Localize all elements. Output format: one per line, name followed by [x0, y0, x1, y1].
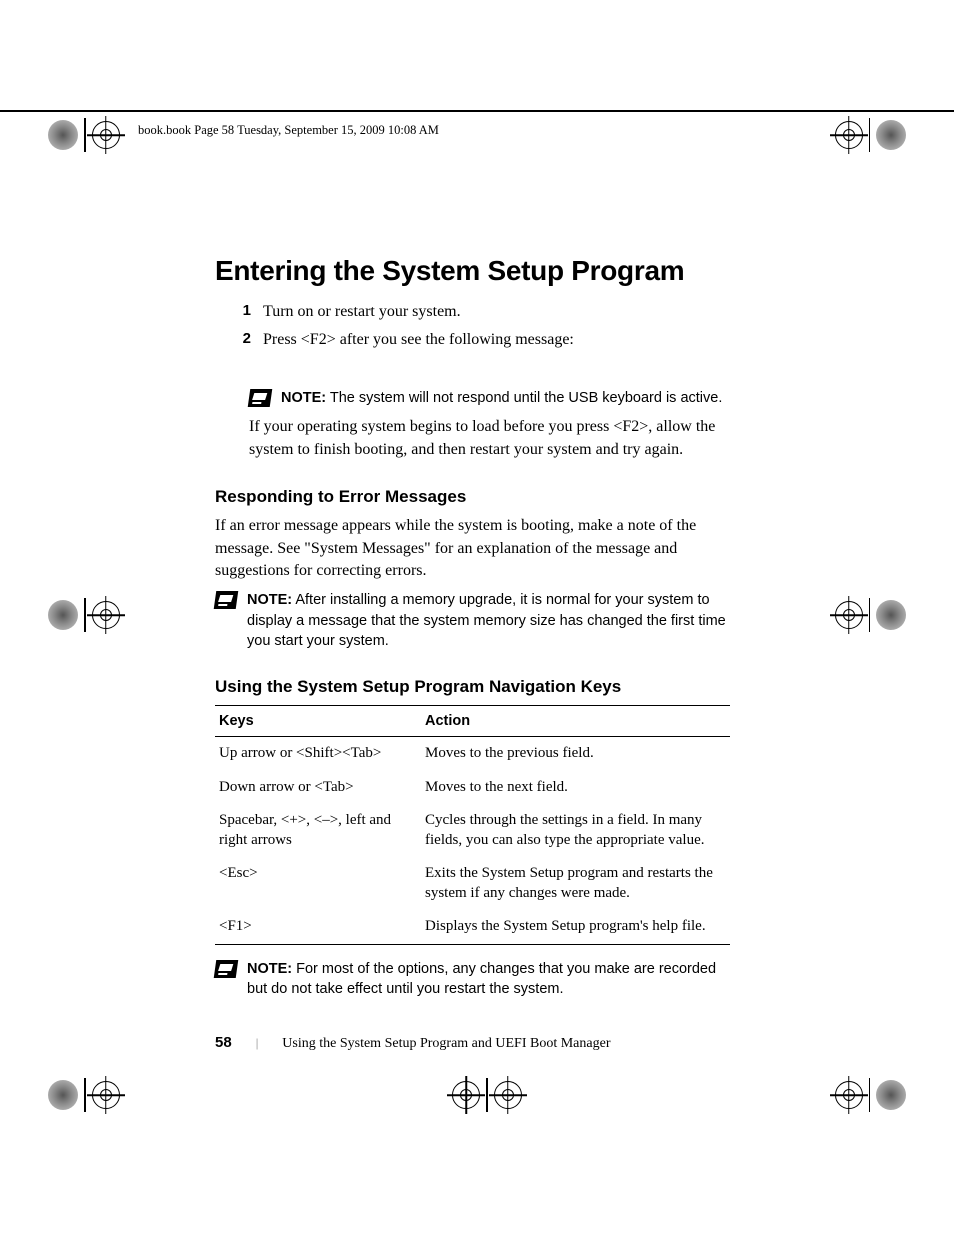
- cell-action: Exits the System Setup program and resta…: [421, 857, 730, 910]
- step-number: 1: [215, 301, 263, 323]
- note-text: NOTE: For most of the options, any chang…: [247, 959, 730, 1000]
- reg-mark-top-left: [48, 118, 120, 152]
- reg-mark-bot-center: [452, 1078, 522, 1112]
- step-text: Press <F2> after you see the following m…: [263, 329, 574, 351]
- footer-title: Using the System Setup Program and UEFI …: [282, 1036, 610, 1052]
- table-row: <F1> Displays the System Setup program's…: [215, 910, 730, 944]
- cell-action: Displays the System Setup program's help…: [421, 910, 730, 944]
- step-2: 2 Press <F2> after you see the following…: [215, 329, 730, 351]
- cell-keys: Spacebar, <+>, <–>, left and right arrow…: [215, 804, 421, 857]
- note-icon: [248, 389, 273, 407]
- footer-separator: |: [256, 1035, 259, 1051]
- note-2: NOTE: After installing a memory upgrade,…: [215, 590, 730, 651]
- reg-mark-mid-left: [48, 598, 120, 632]
- followup-text: If your operating system begins to load …: [249, 416, 730, 461]
- subheading-error: Responding to Error Messages: [215, 487, 730, 507]
- table-row: Spacebar, <+>, <–>, left and right arrow…: [215, 804, 730, 857]
- th-keys: Keys: [215, 706, 421, 737]
- cell-keys: Up arrow or <Shift><Tab>: [215, 737, 421, 771]
- header-rule: [0, 110, 954, 112]
- page-number: 58: [215, 1034, 232, 1051]
- note-text: NOTE: After installing a memory upgrade,…: [247, 590, 730, 651]
- note-body: After installing a memory upgrade, it is…: [247, 592, 726, 649]
- step-1: 1 Turn on or restart your system.: [215, 301, 730, 323]
- step-text: Turn on or restart your system.: [263, 301, 461, 323]
- page-title: Entering the System Setup Program: [215, 255, 730, 287]
- nav-keys-table: Keys Action Up arrow or <Shift><Tab> Mov…: [215, 705, 730, 945]
- note-icon: [214, 960, 239, 978]
- cell-keys: <Esc>: [215, 857, 421, 910]
- note-label: NOTE:: [247, 961, 292, 977]
- note-1: NOTE: The system will not respond until …: [249, 388, 730, 408]
- note-icon: [214, 591, 239, 609]
- note-text: NOTE: The system will not respond until …: [281, 388, 722, 408]
- reg-mark-bot-left: [48, 1078, 120, 1112]
- table-row: Down arrow or <Tab> Moves to the next fi…: [215, 771, 730, 805]
- cell-action: Cycles through the settings in a field. …: [421, 804, 730, 857]
- running-header: book.book Page 58 Tuesday, September 15,…: [138, 123, 439, 138]
- note-body: For most of the options, any changes tha…: [247, 961, 716, 997]
- cell-action: Moves to the previous field.: [421, 737, 730, 771]
- note-body: The system will not respond until the US…: [326, 390, 722, 406]
- step-number: 2: [215, 329, 263, 351]
- page-content: Entering the System Setup Program 1 Turn…: [215, 255, 730, 999]
- note-3: NOTE: For most of the options, any chang…: [215, 959, 730, 1000]
- th-action: Action: [421, 706, 730, 737]
- reg-mark-top-right: [835, 118, 907, 152]
- reg-mark-bot-right: [835, 1078, 907, 1112]
- subheading-nav: Using the System Setup Program Navigatio…: [215, 677, 730, 697]
- note-label: NOTE:: [247, 592, 292, 608]
- reg-mark-mid-right: [835, 598, 907, 632]
- table-row: <Esc> Exits the System Setup program and…: [215, 857, 730, 910]
- body-paragraph: If an error message appears while the sy…: [215, 515, 730, 582]
- table-row: Up arrow or <Shift><Tab> Moves to the pr…: [215, 737, 730, 771]
- note-label: NOTE:: [281, 390, 326, 406]
- cell-keys: Down arrow or <Tab>: [215, 771, 421, 805]
- cell-keys: <F1>: [215, 910, 421, 944]
- page-footer: 58 | Using the System Setup Program and …: [215, 1034, 735, 1052]
- cell-action: Moves to the next field.: [421, 771, 730, 805]
